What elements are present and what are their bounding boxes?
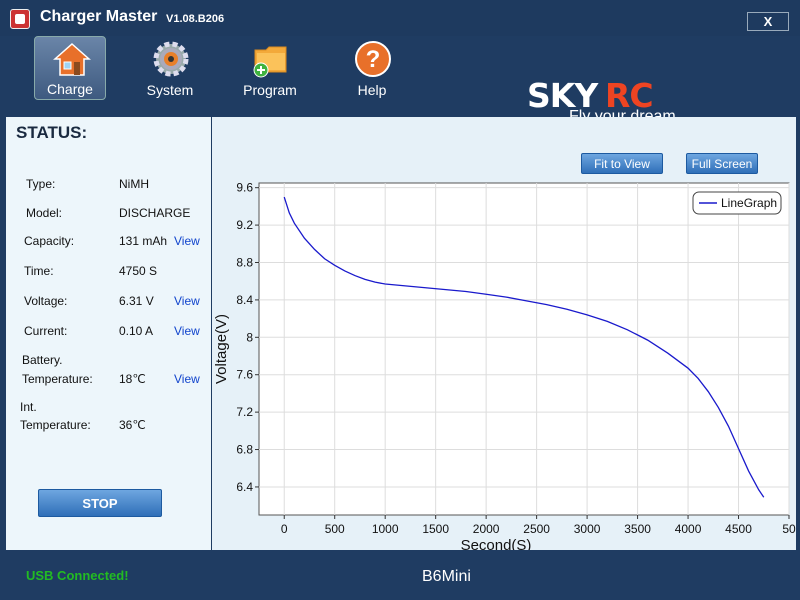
- x-tick-label: 1000: [372, 522, 399, 536]
- help-icon: ?: [355, 41, 391, 77]
- toolbar: Charge System Program ? Help SKY RC: [0, 36, 800, 125]
- status-bar: USB Connected! B6Mini: [0, 558, 800, 600]
- battery-temp-value: 18℃: [119, 372, 146, 386]
- model-label: Model:: [26, 206, 63, 220]
- voltage-value: 6.31 V: [119, 294, 154, 308]
- graph-panel: Fit to View Full Screen 0 500 1000 1500 2000…: [212, 117, 796, 550]
- time-label: Time:: [24, 264, 54, 278]
- program-label: Program: [243, 82, 297, 98]
- x-tick-label: 500: [325, 522, 345, 536]
- help-button[interactable]: ? Help: [336, 36, 408, 100]
- int-temp-label-line2: Temperature:: [20, 418, 91, 432]
- gear-icon: [153, 41, 189, 77]
- type-label: Type:: [26, 177, 56, 191]
- y-tick-label: 6.8: [236, 443, 253, 457]
- y-tick-label: 9.2: [236, 218, 253, 232]
- program-button[interactable]: Program: [234, 36, 306, 100]
- charge-label: Charge: [47, 81, 93, 97]
- legend-label: LineGraph: [721, 196, 777, 210]
- current-label: Current:: [24, 324, 68, 338]
- capacity-view-link[interactable]: View: [174, 234, 200, 248]
- y-tick-label: 6.4: [236, 480, 253, 494]
- x-tick-label: 50: [782, 522, 796, 536]
- y-tick-label: 7.2: [236, 405, 253, 419]
- y-tick-label: 8.4: [236, 293, 253, 307]
- usb-status: USB Connected!: [26, 568, 129, 583]
- x-tick-label: 2500: [523, 522, 550, 536]
- capacity-value: 131 mAh: [119, 234, 168, 248]
- app-icon: [10, 9, 30, 29]
- app-window: Charger Master V1.08.B206 X Charge Syste…: [0, 0, 800, 600]
- int-temp-label-line1: Int.: [20, 400, 37, 414]
- help-label: Help: [357, 82, 387, 98]
- app-version: V1.08.B206: [166, 13, 225, 25]
- x-tick-label: 2000: [473, 522, 500, 536]
- battery-temp-view-link[interactable]: View: [174, 372, 200, 386]
- y-tick-label: 8: [246, 330, 253, 344]
- voltage-view-link[interactable]: View: [174, 294, 200, 308]
- x-tick-label: 1500: [422, 522, 449, 536]
- current-view-link[interactable]: View: [174, 324, 200, 338]
- x-tick-label: 4000: [675, 522, 702, 536]
- app-title: Charger Master: [40, 8, 158, 25]
- y-tick-label: 8.8: [236, 255, 253, 269]
- battery-temp-label-line2: Temperature:: [22, 372, 93, 386]
- device-name: B6Mini: [422, 568, 471, 585]
- status-panel: STATUS: Type: NiMH Model: DISCHARGE Capa…: [6, 117, 211, 550]
- battery-temp-label-line1: Battery.: [22, 353, 63, 367]
- type-value: NiMH: [119, 177, 149, 191]
- system-label: System: [146, 82, 194, 98]
- system-button[interactable]: System: [134, 36, 206, 100]
- status-title: STATUS:: [16, 123, 88, 142]
- house-icon: [53, 42, 91, 76]
- int-temp-value: 36℃: [119, 418, 146, 432]
- x-tick-label: 3500: [624, 522, 651, 536]
- x-tick-label: 4500: [725, 522, 752, 536]
- y-tick-label: 9.6: [236, 181, 253, 195]
- time-value: 4750 S: [119, 264, 158, 278]
- title-bar[interactable]: Charger Master V1.08.B206 X: [0, 0, 800, 36]
- folder-add-icon: [253, 46, 287, 78]
- y-axis-title: Voltage(V): [213, 314, 230, 384]
- current-value: 0.10 A: [119, 324, 154, 338]
- y-tick-label: 7.6: [236, 368, 253, 382]
- x-tick-label: 0: [281, 522, 288, 536]
- charge-button[interactable]: Charge: [34, 36, 106, 100]
- model-value: DISCHARGE: [119, 206, 191, 220]
- close-button[interactable]: X: [747, 12, 789, 31]
- plot-area: [258, 182, 790, 516]
- x-tick-label: 3000: [574, 522, 601, 536]
- svg-text:?: ?: [366, 46, 381, 73]
- x-axis-title: Second(S): [461, 537, 532, 550]
- voltage-chart: 0 500 1000 1500 2000 2500 3000 3500 4000 4500 50 6.…: [213, 181, 796, 550]
- capacity-label: Capacity:: [24, 234, 75, 248]
- stop-button[interactable]: STOP: [38, 489, 162, 517]
- voltage-label: Voltage:: [24, 294, 68, 308]
